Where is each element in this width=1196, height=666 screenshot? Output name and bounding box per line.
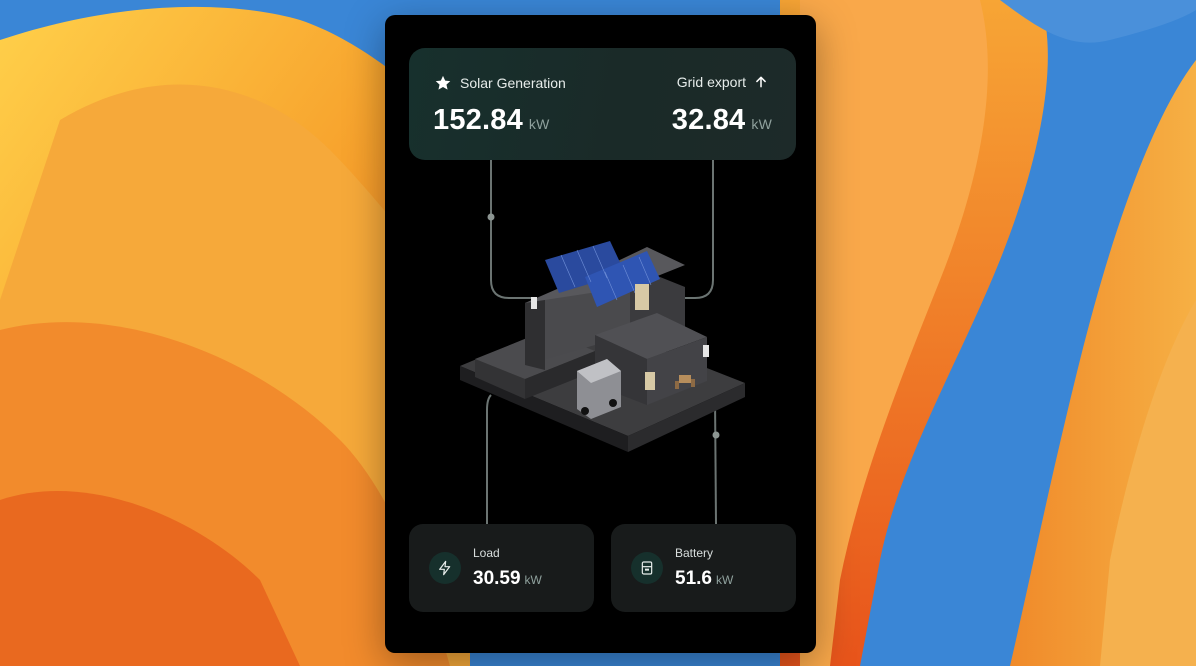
battery-card: Battery 51.6 kW bbox=[611, 524, 796, 612]
star-icon bbox=[435, 75, 451, 90]
load-card: Load 30.59 kW bbox=[409, 524, 594, 612]
solar-generation-value: 152.84 kW bbox=[433, 104, 550, 136]
solar-label-text: Solar Generation bbox=[460, 75, 566, 91]
battery-unit: kW bbox=[715, 573, 734, 587]
battery-value: 51.6 kW bbox=[675, 568, 734, 589]
battery-icon-badge bbox=[631, 552, 663, 584]
battery-label: Battery bbox=[675, 546, 714, 560]
grid-label-text: Grid export bbox=[676, 74, 746, 90]
lightning-icon bbox=[439, 560, 451, 576]
battery-icon bbox=[641, 561, 653, 575]
energy-flow-panel: Solar Generation 152.84 kW Grid export 32… bbox=[385, 15, 816, 653]
load-unit: kW bbox=[524, 573, 542, 587]
load-icon-badge bbox=[429, 552, 461, 584]
solar-unit: kW bbox=[528, 116, 550, 132]
solar-grid-card: Solar Generation 152.84 kW Grid export 32… bbox=[409, 48, 796, 160]
grid-export-label: Grid export bbox=[677, 74, 768, 90]
grid-export-value: 32.84 kW bbox=[671, 104, 772, 136]
arrow-up-icon bbox=[756, 76, 766, 88]
load-value: 30.59 kW bbox=[473, 568, 542, 589]
load-label: Load bbox=[473, 546, 500, 560]
grid-unit: kW bbox=[751, 116, 772, 132]
solar-generation-label: Solar Generation bbox=[434, 74, 566, 92]
